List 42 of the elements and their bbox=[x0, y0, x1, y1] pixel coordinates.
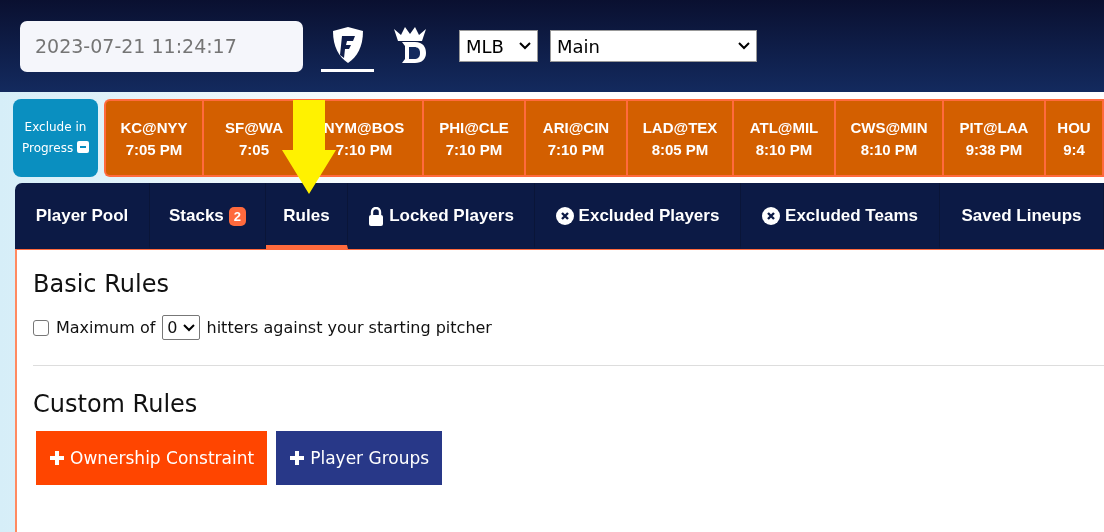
close-circle-icon bbox=[762, 207, 781, 225]
slate-select[interactable]: Main bbox=[550, 30, 757, 62]
game-matchup[interactable]: NYM@BOS bbox=[323, 118, 405, 136]
game-time: 8:05 PM bbox=[651, 140, 709, 158]
game-time: 7:10 PM bbox=[547, 140, 605, 158]
game-matchup[interactable]: PHI@CLE bbox=[439, 118, 509, 136]
rule-text: hitters against your starting pitcher bbox=[206, 318, 492, 337]
rule-text: Maximum of bbox=[56, 318, 156, 337]
add-rule-button[interactable]: Player Groups bbox=[276, 431, 443, 485]
plus-icon bbox=[289, 450, 306, 466]
minus-square-icon bbox=[77, 141, 89, 153]
game-matchup[interactable]: ARI@CIN bbox=[542, 118, 610, 136]
game-time: 8:10 PM bbox=[755, 140, 813, 158]
plus-icon bbox=[49, 450, 65, 466]
count-select[interactable]: 0 bbox=[162, 315, 200, 340]
game-matchup[interactable]: ATL@MIL bbox=[749, 118, 819, 136]
game-time: 7:10 PM bbox=[335, 140, 393, 158]
section-title: Custom Rules bbox=[33, 390, 199, 418]
chevron-down-icon bbox=[519, 42, 531, 50]
close-circle-icon bbox=[555, 207, 574, 225]
game-matchup[interactable]: SF@WA bbox=[225, 118, 283, 136]
game-time: 7:05 PM bbox=[125, 140, 183, 158]
game-matchup[interactable]: LAD@TEX bbox=[642, 118, 718, 136]
game-matchup[interactable]: HOU bbox=[1057, 118, 1091, 136]
game-time: 9:4 bbox=[1063, 140, 1085, 158]
chevron-down-icon bbox=[738, 42, 750, 50]
add-rule-button[interactable]: Ownership Constraint bbox=[36, 431, 268, 485]
game-time: 9:38 PM bbox=[965, 140, 1023, 158]
game-time: 8:10 PM bbox=[860, 140, 918, 158]
game-matchup[interactable]: PIT@LAA bbox=[959, 118, 1029, 136]
exclude-in-progress-button[interactable]: Exclude in Progress bbox=[13, 99, 98, 177]
sport-select[interactable]: MLB bbox=[459, 30, 538, 62]
game-matchup[interactable]: CWS@MIN bbox=[850, 118, 928, 136]
checkbox[interactable] bbox=[33, 319, 49, 336]
lock-icon bbox=[368, 206, 385, 226]
game-time: 7:05 bbox=[239, 140, 269, 158]
chevron-down-icon bbox=[182, 323, 195, 332]
section-title: Basic Rules bbox=[33, 270, 170, 298]
game-time: 7:10 PM bbox=[445, 140, 503, 158]
datetime-field[interactable]: 2023-07-21 11:24:17 bbox=[20, 20, 303, 72]
count-badge: 2 bbox=[228, 206, 247, 226]
game-matchup[interactable]: KC@NYY bbox=[120, 118, 188, 136]
